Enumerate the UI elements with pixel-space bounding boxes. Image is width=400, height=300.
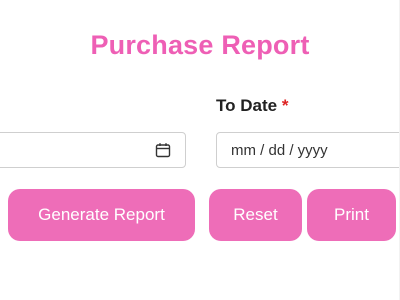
to-date-label: To Date * — [216, 96, 288, 116]
to-date-label-text: To Date — [216, 96, 278, 115]
reset-button[interactable]: Reset — [209, 189, 302, 241]
required-asterisk: * — [281, 96, 289, 115]
to-date-placeholder: mm / dd / yyyy — [231, 141, 328, 159]
purchase-report-page: Purchase Report To Date * mm / dd / yyyy… — [0, 0, 400, 300]
page-title: Purchase Report — [90, 30, 310, 60]
generate-report-button[interactable]: Generate Report — [8, 189, 195, 241]
print-button[interactable]: Print — [307, 189, 396, 241]
to-date-input[interactable]: mm / dd / yyyy — [216, 132, 400, 168]
from-date-input[interactable] — [0, 132, 186, 168]
calendar-icon[interactable] — [155, 142, 171, 158]
